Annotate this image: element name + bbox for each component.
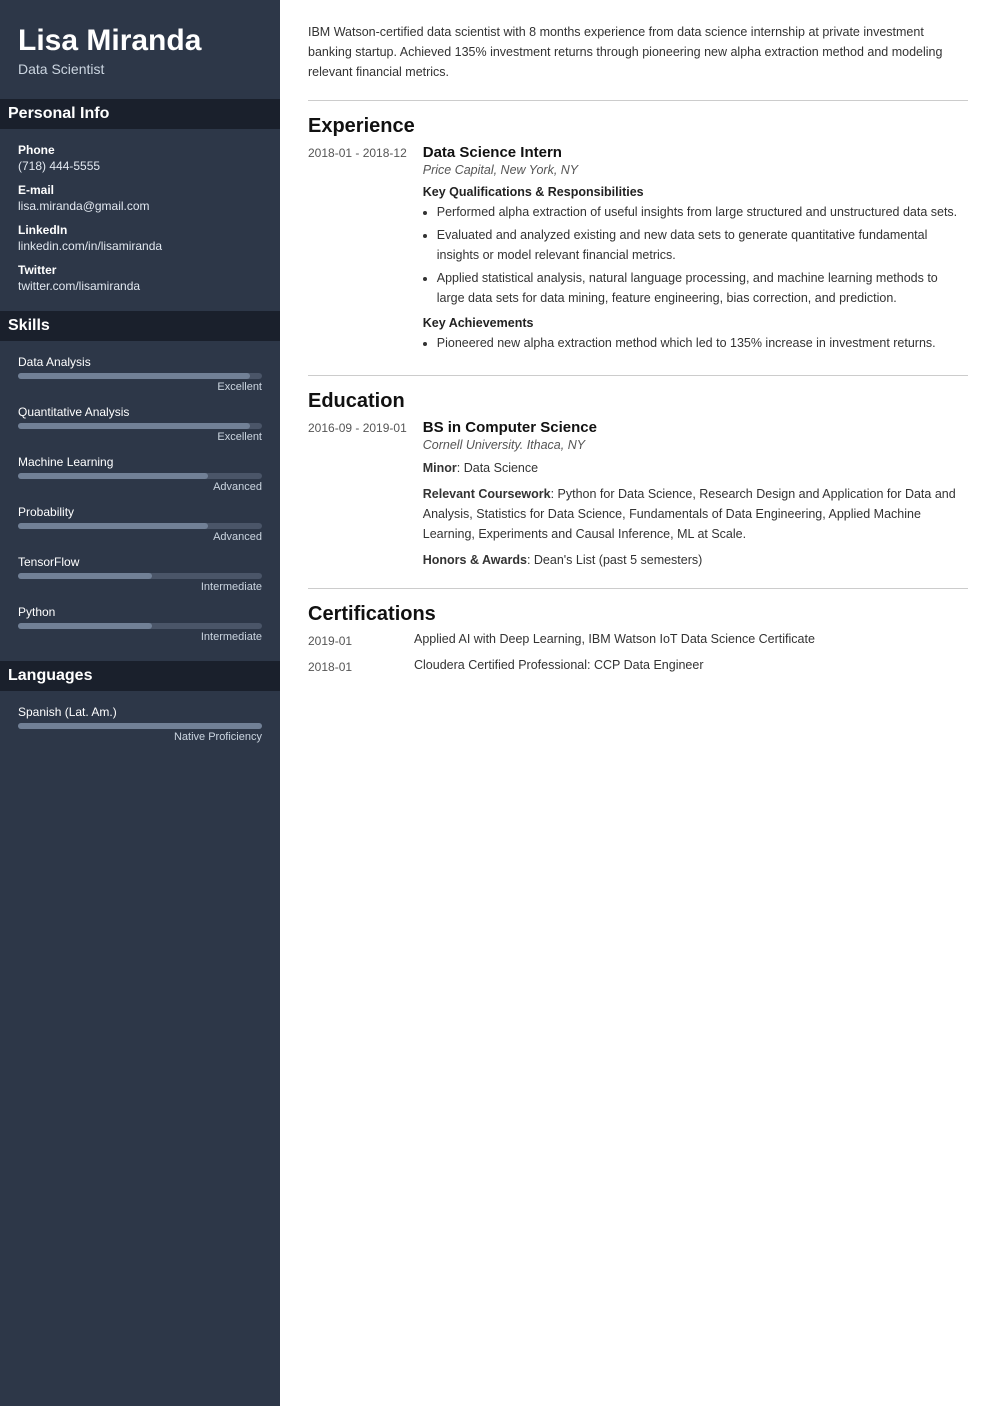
qualification-item: Performed alpha extraction of useful ins… bbox=[437, 203, 968, 222]
certifications-divider bbox=[308, 588, 968, 589]
languages-heading: Languages bbox=[0, 661, 280, 691]
experience-heading: Experience bbox=[308, 115, 968, 138]
certification-text: Applied AI with Deep Learning, IBM Watso… bbox=[414, 632, 968, 648]
qualification-item: Evaluated and analyzed existing and new … bbox=[437, 226, 968, 265]
skill-level: Excellent bbox=[18, 381, 262, 393]
education-content: BS in Computer Science Cornell Universit… bbox=[423, 419, 968, 570]
skill-level: Advanced bbox=[18, 531, 262, 543]
qualifications-label: Key Qualifications & Responsibilities bbox=[423, 185, 968, 199]
achievement-item: Pioneered new alpha extraction method wh… bbox=[437, 334, 968, 353]
experience-subtitle: Price Capital, New York, NY bbox=[423, 163, 968, 177]
experience-divider bbox=[308, 100, 968, 101]
certification-row: 2018-01 Cloudera Certified Professional:… bbox=[308, 658, 968, 674]
skill-name: TensorFlow bbox=[18, 555, 262, 569]
phone-label: Phone bbox=[18, 143, 262, 157]
language-item: Spanish (Lat. Am.) Native Proficiency bbox=[18, 705, 262, 743]
education-list: 2016-09 - 2019-01 BS in Computer Science… bbox=[308, 419, 968, 570]
certifications-heading: Certifications bbox=[308, 603, 968, 626]
skill-level: Intermediate bbox=[18, 631, 262, 643]
skill-bar-fill bbox=[18, 423, 250, 429]
certification-row: 2019-01 Applied AI with Deep Learning, I… bbox=[308, 632, 968, 648]
education-divider bbox=[308, 375, 968, 376]
education-awards: Honors & Awards: Dean's List (past 5 sem… bbox=[423, 550, 968, 570]
skill-bar-bg bbox=[18, 523, 262, 529]
experience-content: Data Science Intern Price Capital, New Y… bbox=[423, 144, 968, 357]
certification-date: 2019-01 bbox=[308, 632, 398, 648]
achievements-label: Key Achievements bbox=[423, 316, 968, 330]
personal-info-heading: Personal Info bbox=[0, 99, 280, 129]
experience-entry: 2018-01 - 2018-12 Data Science Intern Pr… bbox=[308, 144, 968, 357]
email-label: E-mail bbox=[18, 183, 262, 197]
qualifications-list: Performed alpha extraction of useful ins… bbox=[423, 203, 968, 308]
linkedin-value: linkedin.com/in/lisamiranda bbox=[18, 239, 262, 253]
language-bar-fill bbox=[18, 723, 262, 729]
qualification-item: Applied statistical analysis, natural la… bbox=[437, 269, 968, 308]
linkedin-label: LinkedIn bbox=[18, 223, 262, 237]
skill-bar-fill bbox=[18, 573, 152, 579]
skill-level: Intermediate bbox=[18, 581, 262, 593]
email-value: lisa.miranda@gmail.com bbox=[18, 199, 262, 213]
twitter-label: Twitter bbox=[18, 263, 262, 277]
skill-bar-bg bbox=[18, 473, 262, 479]
skill-bar-fill bbox=[18, 523, 208, 529]
skill-item: Machine Learning Advanced bbox=[18, 455, 262, 493]
language-name: Spanish (Lat. Am.) bbox=[18, 705, 262, 719]
education-heading: Education bbox=[308, 390, 968, 413]
language-bar-bg bbox=[18, 723, 262, 729]
experience-list: 2018-01 - 2018-12 Data Science Intern Pr… bbox=[308, 144, 968, 357]
skill-bar-fill bbox=[18, 623, 152, 629]
skill-bar-fill bbox=[18, 373, 250, 379]
skill-name: Quantitative Analysis bbox=[18, 405, 262, 419]
skill-name: Machine Learning bbox=[18, 455, 262, 469]
skill-item: Python Intermediate bbox=[18, 605, 262, 643]
skill-level: Excellent bbox=[18, 431, 262, 443]
main-content: IBM Watson-certified data scientist with… bbox=[280, 0, 996, 1406]
languages-list: Spanish (Lat. Am.) Native Proficiency bbox=[18, 705, 262, 743]
skill-name: Data Analysis bbox=[18, 355, 262, 369]
skills-list: Data Analysis Excellent Quantitative Ana… bbox=[18, 355, 262, 643]
skill-item: Data Analysis Excellent bbox=[18, 355, 262, 393]
achievements-list: Pioneered new alpha extraction method wh… bbox=[423, 334, 968, 353]
skill-level: Advanced bbox=[18, 481, 262, 493]
skill-item: TensorFlow Intermediate bbox=[18, 555, 262, 593]
skill-name: Python bbox=[18, 605, 262, 619]
education-minor: Minor: Data Science bbox=[423, 458, 968, 478]
twitter-value: twitter.com/lisamiranda bbox=[18, 279, 262, 293]
certification-text: Cloudera Certified Professional: CCP Dat… bbox=[414, 658, 968, 674]
certifications-list: 2019-01 Applied AI with Deep Learning, I… bbox=[308, 632, 968, 674]
education-title: BS in Computer Science bbox=[423, 419, 968, 436]
sidebar: Lisa Miranda Data Scientist Personal Inf… bbox=[0, 0, 280, 1406]
skill-item: Quantitative Analysis Excellent bbox=[18, 405, 262, 443]
candidate-name: Lisa Miranda bbox=[18, 24, 262, 57]
skill-bar-bg bbox=[18, 573, 262, 579]
education-subtitle: Cornell University. Ithaca, NY bbox=[423, 438, 968, 452]
skill-bar-bg bbox=[18, 623, 262, 629]
education-date: 2016-09 - 2019-01 bbox=[308, 419, 407, 570]
candidate-title: Data Scientist bbox=[18, 61, 262, 77]
skill-item: Probability Advanced bbox=[18, 505, 262, 543]
education-coursework: Relevant Coursework: Python for Data Sci… bbox=[423, 484, 968, 544]
phone-value: (718) 444-5555 bbox=[18, 159, 262, 173]
skill-bar-bg bbox=[18, 423, 262, 429]
experience-date: 2018-01 - 2018-12 bbox=[308, 144, 407, 357]
skill-bar-fill bbox=[18, 473, 208, 479]
experience-title: Data Science Intern bbox=[423, 144, 968, 161]
certification-date: 2018-01 bbox=[308, 658, 398, 674]
skill-bar-bg bbox=[18, 373, 262, 379]
skills-heading: Skills bbox=[0, 311, 280, 341]
language-level: Native Proficiency bbox=[18, 731, 262, 743]
summary-text: IBM Watson-certified data scientist with… bbox=[308, 22, 968, 82]
skill-name: Probability bbox=[18, 505, 262, 519]
education-entry: 2016-09 - 2019-01 BS in Computer Science… bbox=[308, 419, 968, 570]
